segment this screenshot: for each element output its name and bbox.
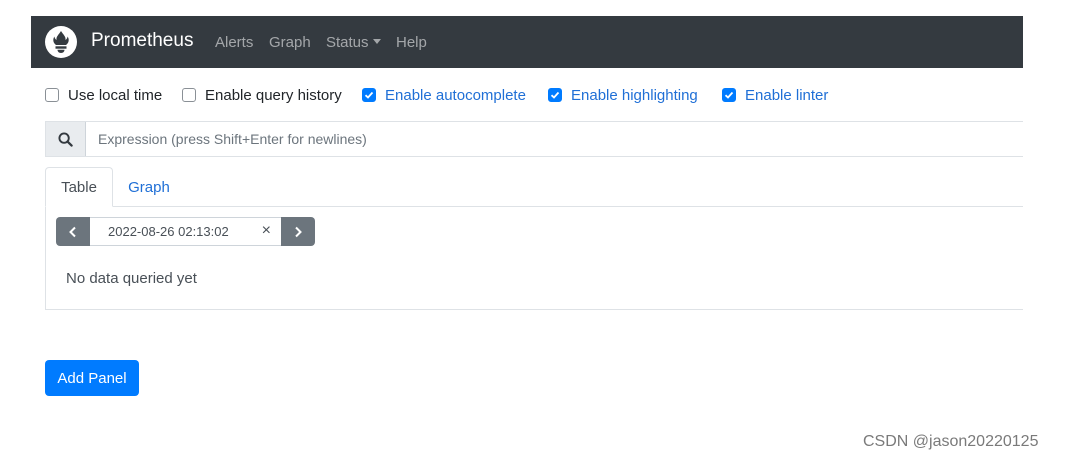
search-icon: [58, 131, 73, 147]
tab-graph[interactable]: Graph: [113, 167, 185, 207]
nav-alerts[interactable]: Alerts: [215, 34, 253, 51]
check-icon: [364, 91, 374, 99]
option-highlighting[interactable]: Enable highlighting: [548, 86, 698, 104]
add-panel-button[interactable]: Add Panel: [45, 360, 139, 396]
tab-table[interactable]: Table: [45, 167, 113, 207]
prev-time-button[interactable]: [56, 217, 90, 246]
option-label: Enable query history: [205, 86, 342, 104]
eval-time-input[interactable]: 2022-08-26 02:13:02 ×: [90, 217, 281, 246]
checkbox-autocomplete[interactable]: [362, 88, 376, 102]
option-use-local-time[interactable]: Use local time: [45, 86, 162, 104]
expression-bar: [45, 121, 1023, 157]
checkbox-query-history[interactable]: [182, 88, 196, 102]
chevron-left-icon: [69, 226, 76, 237]
check-icon: [550, 91, 560, 99]
nav-status-label: Status: [326, 34, 369, 51]
clear-time-icon[interactable]: ×: [262, 223, 271, 239]
brand-title[interactable]: Prometheus: [91, 30, 193, 52]
tabs-divider: [45, 206, 1023, 207]
watermark: CSDN @jason20220125: [863, 433, 1039, 450]
expression-input[interactable]: [86, 122, 1023, 156]
eval-time-value: 2022-08-26 02:13:02: [108, 224, 229, 239]
next-time-button[interactable]: [281, 217, 315, 246]
navbar: Prometheus Alerts Graph Status Help: [31, 16, 1023, 68]
nav-graph[interactable]: Graph: [269, 34, 311, 51]
search-button[interactable]: [46, 122, 86, 156]
option-label: Use local time: [68, 86, 163, 104]
prometheus-logo-icon[interactable]: [45, 26, 77, 58]
check-icon: [724, 91, 734, 99]
caret-down-icon: [372, 39, 381, 44]
option-autocomplete[interactable]: Enable autocomplete: [362, 86, 526, 104]
checkbox-use-local-time[interactable]: [45, 88, 59, 102]
option-label: Enable linter: [745, 86, 829, 104]
empty-state-message: No data queried yet: [66, 270, 197, 287]
option-linter[interactable]: Enable linter: [722, 86, 828, 104]
option-query-history[interactable]: Enable query history: [182, 86, 342, 104]
option-label: Enable autocomplete: [385, 86, 526, 104]
option-label: Enable highlighting: [571, 86, 698, 104]
nav-status[interactable]: Status: [326, 34, 381, 51]
checkbox-highlighting[interactable]: [548, 88, 562, 102]
nav-help[interactable]: Help: [396, 34, 427, 51]
chevron-right-icon: [295, 226, 302, 237]
checkbox-linter[interactable]: [722, 88, 736, 102]
